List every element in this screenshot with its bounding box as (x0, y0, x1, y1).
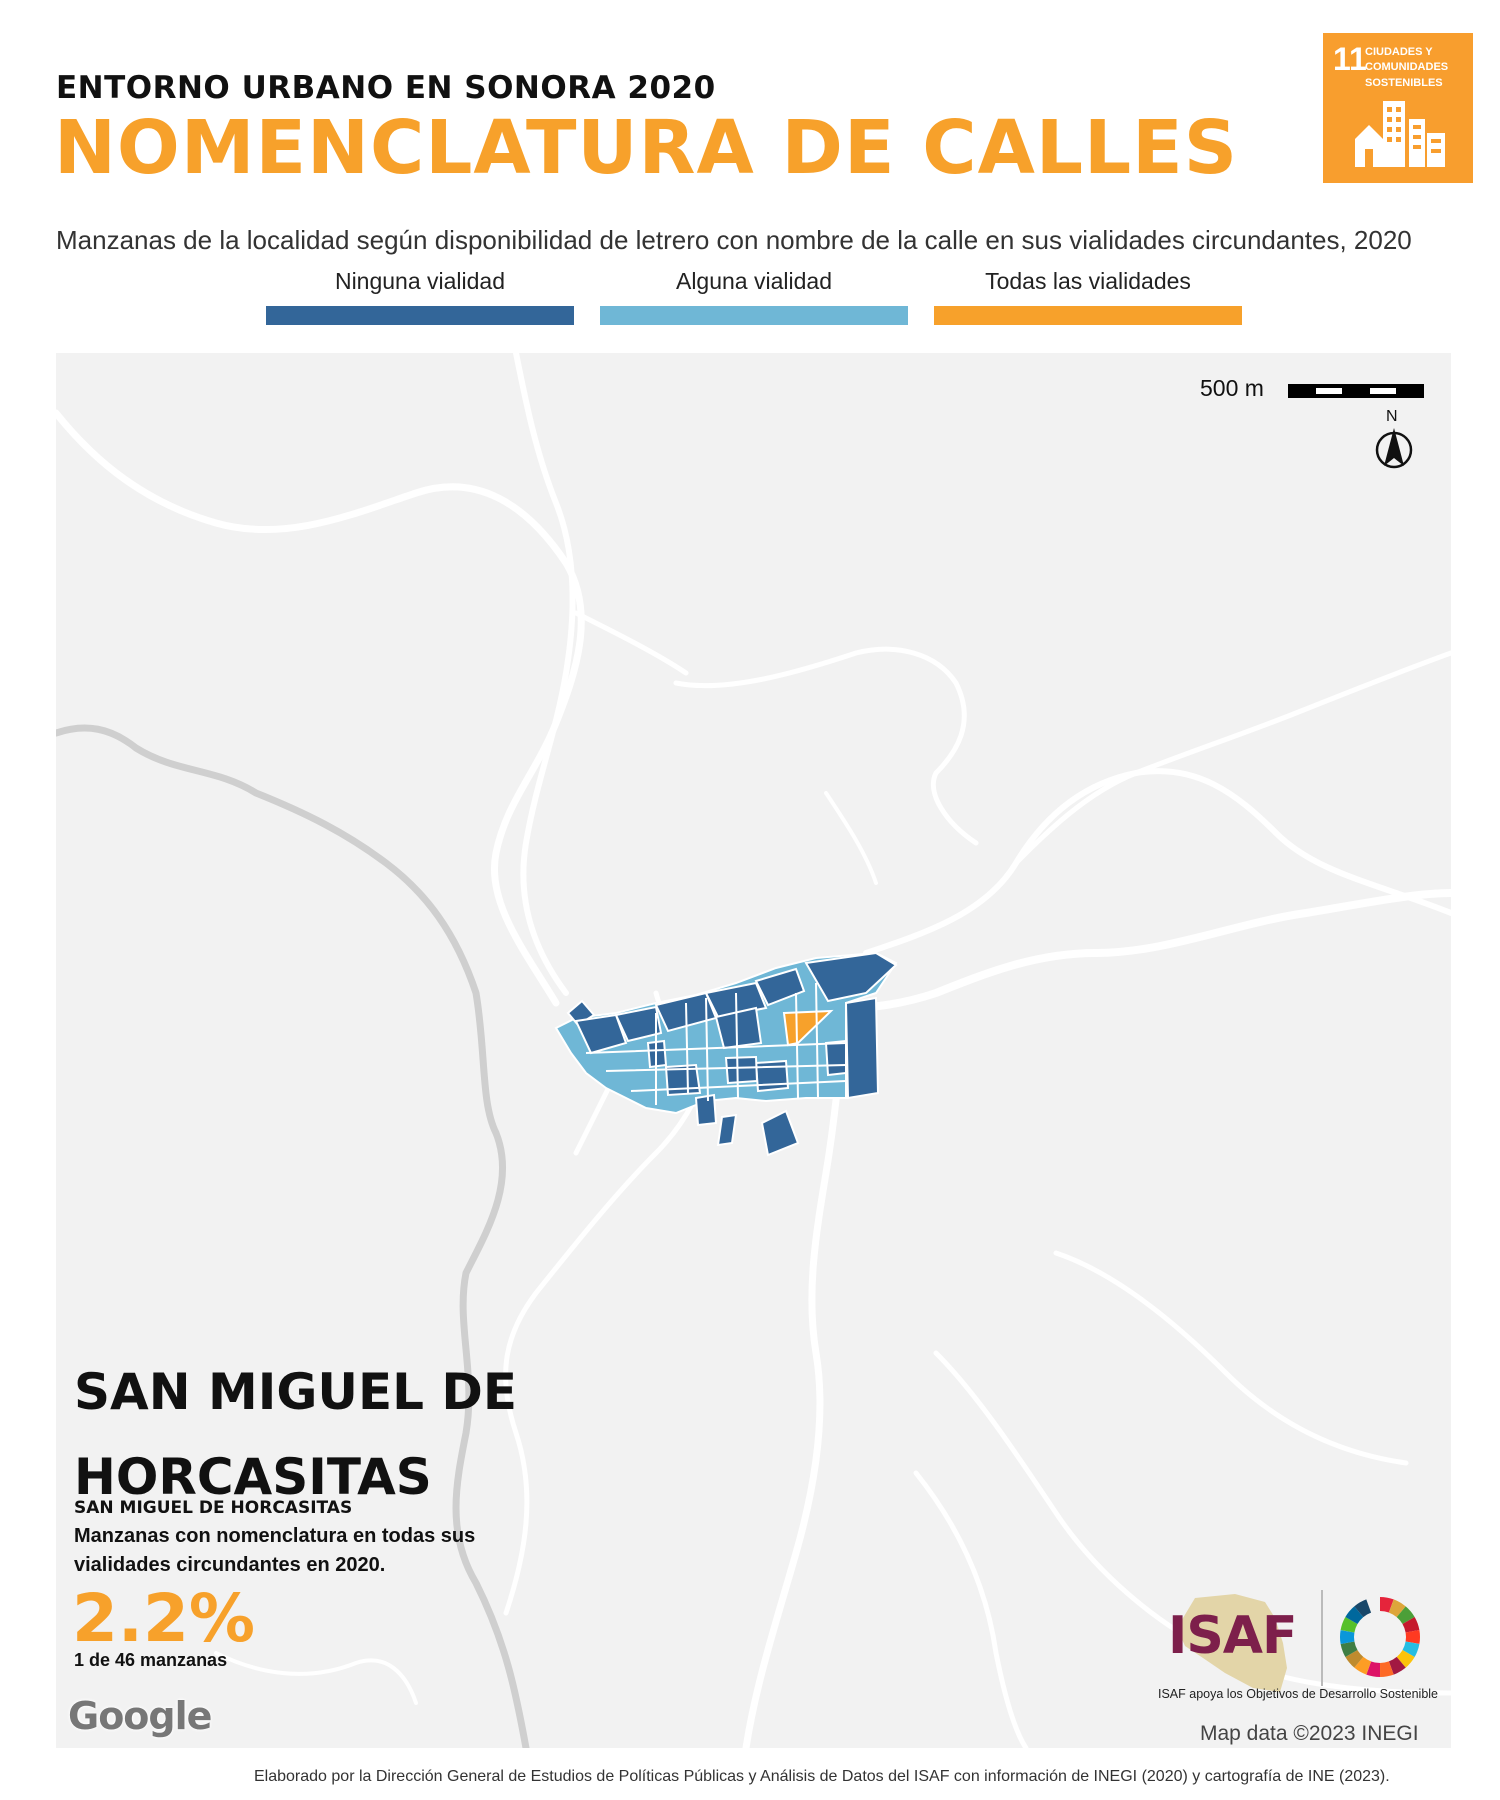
stat-percentage: 2.2% (72, 1580, 256, 1657)
block-ninguna (694, 1093, 718, 1127)
block-ninguna (844, 996, 880, 1100)
legend-label: Todas las vialidades (985, 268, 1191, 294)
sdg-number: 11 (1333, 41, 1367, 77)
sdg-wheel-icon (1340, 1597, 1420, 1677)
block-ninguna (824, 1039, 847, 1077)
city-buildings-icon (1355, 101, 1445, 167)
block-ninguna (754, 1059, 790, 1093)
legend-swatch (934, 306, 1242, 325)
isaf-caption: ISAF apoya los Objetivos de Desarrollo S… (1158, 1687, 1439, 1701)
google-logo: Google (68, 1694, 212, 1738)
scale-segment (1316, 388, 1342, 394)
legend-item-todas: Todas las vialidades (934, 268, 1242, 325)
place-name: SAN MIGUEL DE HORCASITAS (74, 1363, 518, 1506)
scale-label: 500 m (1200, 375, 1264, 401)
town-blocks (554, 951, 898, 1157)
block-ninguna (716, 1113, 738, 1147)
scale-bar (1288, 384, 1424, 398)
isaf-logo: ISAF (1168, 1606, 1298, 1666)
stat-description: Manzanas con nomenclatura en todas sus v… (74, 1525, 476, 1576)
north-label: N (1386, 408, 1398, 425)
stat-count: 1 de 46 manzanas (74, 1650, 228, 1670)
logo-divider (1321, 1590, 1323, 1686)
sdg-11-badge: 11 CIUDADES Y COMUNIDADES SOSTENIBLES (1323, 33, 1473, 183)
legend-swatch (266, 306, 574, 325)
legend-label: Alguna vialidad (675, 268, 832, 294)
kicker-title: ENTORNO URBANO EN SONORA 2020 (56, 70, 716, 106)
footer-credit: Elaborado por la Dirección General de Es… (254, 1768, 1390, 1785)
legend-item-ninguna: Ninguna vialidad (266, 268, 574, 325)
municipality-name: SAN MIGUEL DE HORCASITAS (74, 1498, 353, 1518)
legend-swatch (600, 306, 908, 325)
page-title: NOMENCLATURA DE CALLES (54, 105, 1238, 191)
block-ninguna (760, 1109, 800, 1157)
north-arrow-icon: N (1372, 408, 1416, 472)
legend-item-alguna: Alguna vialidad (600, 268, 908, 325)
sdg-text: CIUDADES Y COMUNIDADES SOSTENIBLES (1365, 46, 1449, 89)
map-attribution: Map data ©2023 INEGI (1200, 1722, 1419, 1745)
compass-arrow-icon (1375, 428, 1413, 469)
scale-segment (1370, 388, 1396, 394)
legend-label: Ninguna vialidad (334, 268, 506, 294)
block-ninguna (724, 1055, 759, 1085)
page-subtitle: Manzanas de la localidad según disponibi… (56, 225, 1412, 255)
